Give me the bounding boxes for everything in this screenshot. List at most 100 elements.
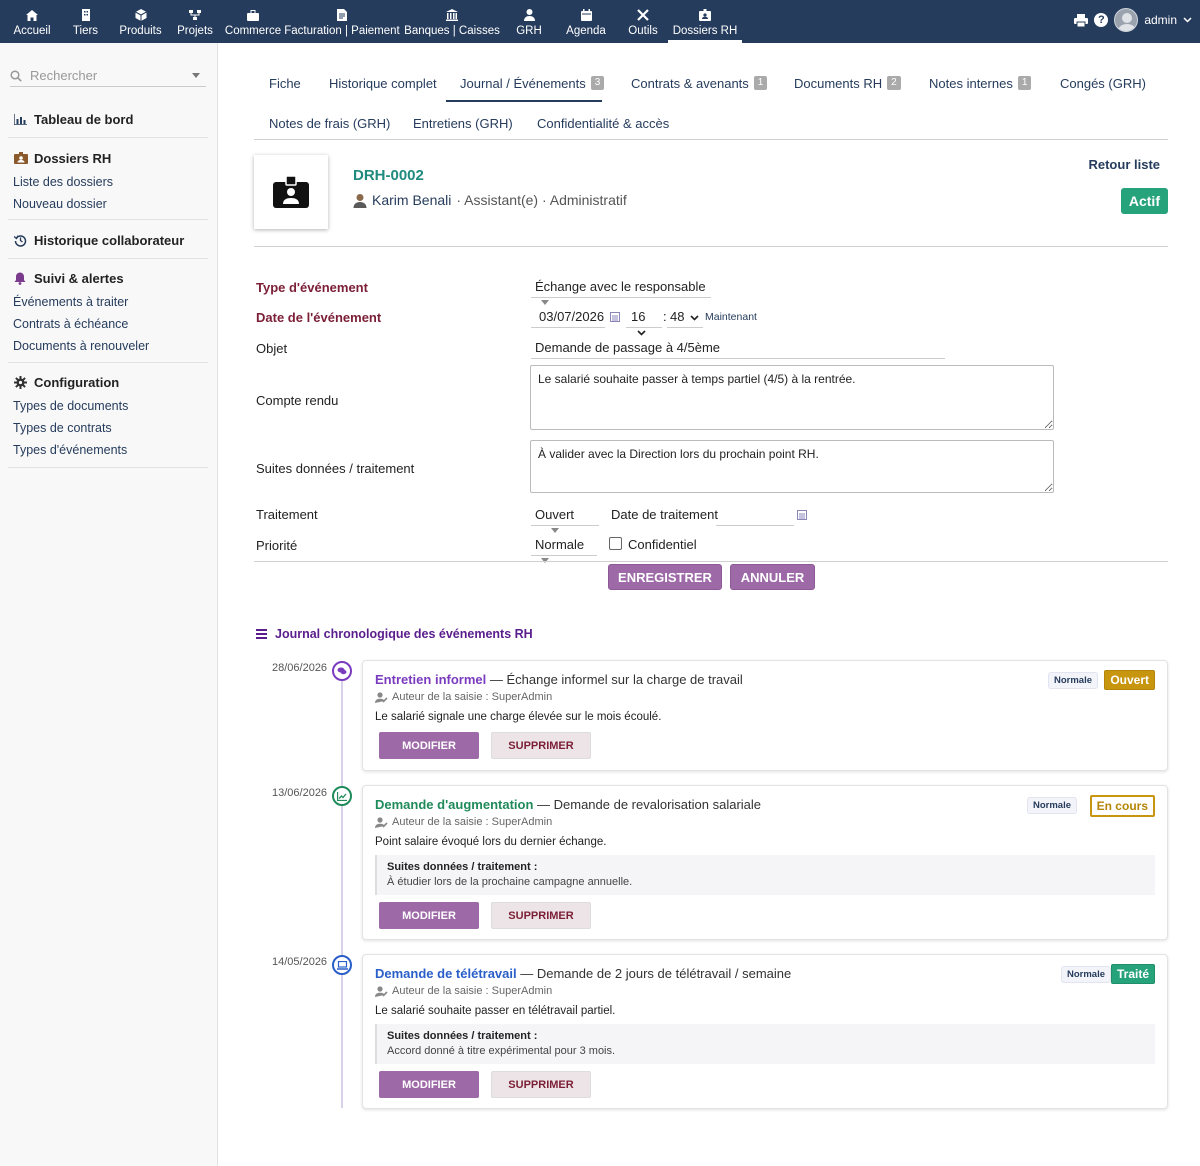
calendar-icon[interactable]	[610, 312, 620, 322]
back-to-list-link[interactable]: Retour liste	[1088, 157, 1160, 172]
menu-item-accueil[interactable]: Accueil	[6, 0, 58, 43]
tab-notes-internes[interactable]: Notes internes 1	[929, 68, 1032, 98]
menu-item-commerce[interactable]: Commerce	[222, 0, 284, 43]
menu-item-produits[interactable]: Produits	[113, 0, 168, 43]
menu-item-facturation[interactable]: Facturation | Paiement	[284, 0, 400, 43]
sidebar-heading-dossiers[interactable]: Dossiers RH	[0, 148, 218, 168]
tab-confidentialite-acces[interactable]: Confidentialité & accès	[537, 108, 669, 138]
menu-item-banques[interactable]: Banques | Caisses	[400, 0, 504, 43]
tab-contrats-avenants[interactable]: Contrats & avenants 1	[631, 68, 768, 98]
traitement-select[interactable]: Ouvert	[531, 504, 599, 534]
print-icon[interactable]	[1074, 13, 1089, 27]
user-name[interactable]: admin	[1144, 13, 1177, 27]
sidebar-item-historique[interactable]: Historique collaborateur	[0, 230, 218, 250]
menu-item-outils[interactable]: Outils	[618, 0, 668, 43]
menu-label: Accueil	[13, 25, 51, 37]
menu-item-agenda[interactable]: Agenda	[554, 0, 618, 43]
now-link[interactable]: Maintenant	[705, 311, 757, 323]
tab-label: Fiche	[269, 76, 301, 91]
objet-input[interactable]: Demande de passage à 4/5ème	[531, 337, 945, 359]
followup-text: Accord donné à titre expérimental pour 3…	[387, 1045, 616, 1057]
main-menu: Accueil Tiers Produits Projets Commerce …	[6, 0, 742, 43]
traitement-label: Traitement	[256, 507, 318, 522]
employee-name[interactable]: Karim Benali	[372, 192, 451, 208]
divider	[8, 467, 208, 468]
sidebar-heading-label: Configuration	[34, 374, 120, 390]
sidebar-item-types-documents[interactable]: Types de documents	[0, 395, 218, 417]
chevron-down-icon	[690, 315, 700, 321]
tab-label: Notes de frais (GRH)	[269, 116, 391, 131]
modify-button[interactable]: MODIFIER	[379, 1071, 479, 1098]
user-avatar[interactable]	[1114, 8, 1139, 32]
menu-label: Banques | Caisses	[404, 25, 500, 37]
journal-title: Journal chronologique des événements RH	[275, 627, 533, 641]
chart-up-icon	[332, 786, 352, 806]
sidebar-heading-config[interactable]: Configuration	[0, 372, 218, 392]
event-type[interactable]: Demande d'augmentation	[375, 797, 533, 812]
priorite-select[interactable]: Normale	[531, 534, 597, 564]
tab-historique-complet[interactable]: Historique complet	[329, 68, 437, 98]
event-followup: Suites données / traitement : Accord don…	[375, 1024, 1155, 1064]
tools-icon	[636, 9, 650, 21]
help-icon[interactable]: ?	[1094, 13, 1109, 27]
sidebar-item-dashboard[interactable]: Tableau de bord	[0, 109, 218, 129]
type-label: Type d'événement	[256, 280, 368, 295]
menu-label: Tiers	[72, 25, 99, 37]
tab-journal-evenements[interactable]: Journal / Événements 3	[446, 68, 605, 102]
sidebar-item-nouveau-dossier[interactable]: Nouveau dossier	[0, 193, 218, 215]
event-author: Auteur de la saisie : SuperAdmin	[375, 691, 552, 703]
delete-button[interactable]: SUPPRIMER	[491, 732, 591, 759]
compte-rendu-textarea[interactable]: Le salarié souhaite passer à temps parti…	[530, 365, 1054, 430]
sidebar-item-liste-dossiers[interactable]: Liste des dossiers	[0, 171, 218, 193]
event-author: Auteur de la saisie : SuperAdmin	[375, 816, 552, 828]
event-type[interactable]: Entretien informel	[375, 672, 486, 687]
sidebar-section-config: Configuration Types de documents Types d…	[0, 372, 218, 461]
priority-badge: Normale	[1026, 797, 1077, 814]
confidentiel-checkbox[interactable]	[609, 537, 622, 550]
sidebar-item-types-contrats[interactable]: Types de contrats	[0, 417, 218, 439]
minute-value: 48	[670, 309, 685, 324]
modify-button[interactable]: MODIFIER	[379, 902, 479, 929]
search-box[interactable]: Rechercher	[10, 65, 206, 87]
event-type[interactable]: Demande de télétravail	[375, 966, 517, 981]
tab-label: Notes internes	[929, 76, 1013, 91]
delete-button[interactable]: SUPPRIMER	[491, 1071, 591, 1098]
objet-label: Objet	[256, 341, 288, 356]
type-select[interactable]: Échange avec le responsable	[531, 276, 711, 306]
modify-button[interactable]: MODIFIER	[379, 732, 479, 759]
id-badge-icon	[14, 152, 28, 164]
sidebar-item-evenements-a-traiter[interactable]: Événements à traiter	[0, 291, 218, 313]
cancel-button[interactable]: ANNULER	[730, 564, 815, 590]
sidebar-heading-suivi[interactable]: Suivi & alertes	[0, 268, 218, 288]
search-input[interactable]: Rechercher	[30, 68, 97, 83]
menu-item-grh[interactable]: GRH	[504, 0, 554, 43]
menu-label: Produits	[119, 25, 162, 37]
briefcase-icon	[246, 9, 260, 21]
hour-select[interactable]: 16	[626, 306, 662, 336]
save-button[interactable]: ENREGISTRER	[608, 564, 722, 590]
sidebar-item-contrats-echeance[interactable]: Contrats à échéance	[0, 313, 218, 335]
sidebar-item-documents-renouveler[interactable]: Documents à renouveler	[0, 335, 218, 357]
tab-conges-grh[interactable]: Congés (GRH)	[1060, 68, 1146, 98]
menu-item-projets[interactable]: Projets	[168, 0, 222, 43]
minute-select[interactable]: 48	[667, 306, 703, 328]
search-dropdown-caret[interactable]	[192, 73, 200, 78]
menu-label: Dossiers RH	[672, 25, 738, 37]
status-badge: En cours	[1089, 795, 1155, 817]
status-badge: Ouvert	[1104, 670, 1155, 690]
tab-fiche[interactable]: Fiche	[269, 68, 301, 98]
delete-button[interactable]: SUPPRIMER	[491, 902, 591, 929]
date-input[interactable]: 03/07/2026	[531, 306, 605, 328]
tab-notes-frais-grh[interactable]: Notes de frais (GRH)	[269, 108, 390, 138]
menu-item-dossiers-rh[interactable]: Dossiers RH	[668, 0, 742, 43]
chevron-down-icon[interactable]	[1183, 17, 1192, 23]
date-traitement-input[interactable]	[716, 504, 794, 526]
tab-entretiens-grh[interactable]: Entretiens (GRH)	[413, 108, 513, 138]
building-icon	[79, 9, 93, 21]
menu-item-tiers[interactable]: Tiers	[58, 0, 113, 43]
calendar-icon[interactable]	[797, 510, 807, 520]
tab-documents-rh[interactable]: Documents RH 2	[794, 68, 901, 98]
suites-textarea[interactable]: À valider avec la Direction lors du proc…	[530, 440, 1054, 493]
sidebar-item-types-evenements[interactable]: Types d'événements	[0, 439, 218, 461]
event-description: Point salaire évoqué lors du dernier éch…	[375, 836, 607, 848]
